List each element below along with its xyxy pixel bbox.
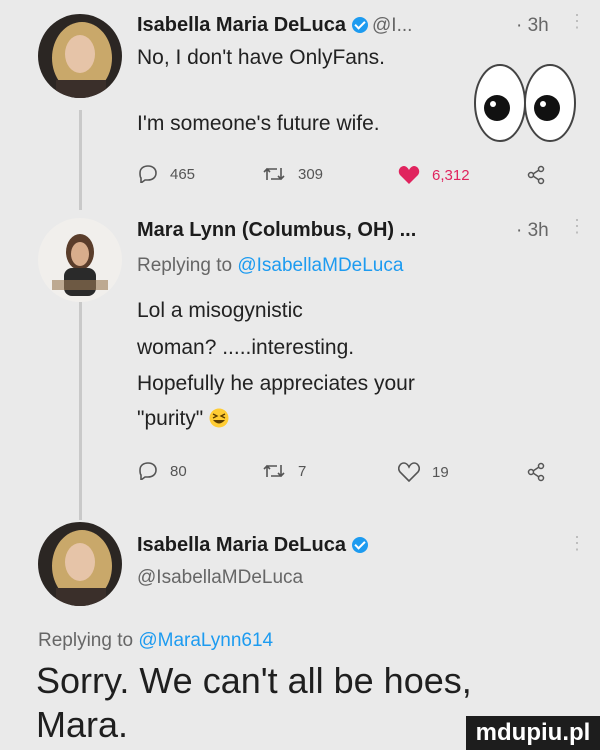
retweet-action[interactable]: 309 xyxy=(262,165,323,183)
tweet-text-line-1: Sorry. We can't all be hoes, xyxy=(36,660,472,701)
author-name[interactable]: Mara Lynn (Columbus, OH) ... xyxy=(137,219,416,242)
author-name-text[interactable]: Isabella Maria DeLuca xyxy=(137,14,346,36)
reply-action[interactable]: 465 xyxy=(138,165,195,183)
like-count: 6,312 xyxy=(432,166,470,184)
eyes-emoji xyxy=(470,58,580,149)
tweet-text-line-1: Lol a misogynistic xyxy=(137,299,303,322)
like-action[interactable]: 6,312 xyxy=(398,165,470,185)
reply-count: 465 xyxy=(170,165,196,183)
replying-to: Replying to @IsabellaMDeLuca xyxy=(137,255,403,277)
watermark-logo: mdupiu.pl xyxy=(466,716,600,750)
thread-line-1 xyxy=(79,110,82,210)
reply-count: 80 xyxy=(170,462,187,480)
retweet-icon xyxy=(263,464,285,478)
verified-badge-icon xyxy=(351,537,368,553)
avatar-mara-image xyxy=(38,218,122,302)
replying-to-handle-link[interactable]: @MaraLynn614 xyxy=(138,630,273,651)
tweet-text-line-2: I'm someone's future wife. xyxy=(137,112,380,135)
author-handle[interactable]: @I... xyxy=(372,15,412,37)
retweet-action[interactable]: 7 xyxy=(262,462,306,480)
avatar[interactable] xyxy=(38,522,122,606)
thread-line-2 xyxy=(79,302,82,520)
tweet-text-line-1: No, I don't have OnlyFans. xyxy=(137,46,385,69)
verified-badge-icon xyxy=(351,17,368,33)
replying-to-handle-link[interactable]: @IsabellaMDeLuca xyxy=(237,255,403,276)
heart-icon xyxy=(398,166,420,184)
more-icon[interactable]: ⋮ xyxy=(568,12,586,30)
replying-to-label: Replying to xyxy=(137,255,233,276)
grinning-squinting-emoji xyxy=(209,408,229,428)
reply-icon xyxy=(139,462,157,480)
tweet-text-line-2: Mara. xyxy=(36,704,129,745)
share-action[interactable] xyxy=(526,462,546,482)
retweet-icon xyxy=(263,167,285,181)
tweet-time[interactable]: · 3h xyxy=(516,15,549,37)
share-icon xyxy=(527,462,545,482)
tweet-text-line-3: Hopefully he appreciates your xyxy=(137,372,415,395)
more-icon[interactable]: ⋮ xyxy=(568,534,586,552)
share-action[interactable] xyxy=(526,165,546,185)
avatar[interactable] xyxy=(38,218,122,302)
retweet-count: 309 xyxy=(298,165,324,183)
tweet-text-line-4: "purity" xyxy=(137,407,229,431)
more-icon[interactable]: ⋮ xyxy=(568,217,586,235)
replying-to-label: Replying to xyxy=(38,630,134,651)
replying-to: Replying to @MaraLynn614 xyxy=(38,630,273,652)
heart-icon xyxy=(398,462,420,482)
like-count: 19 xyxy=(432,463,449,481)
author-name-text[interactable]: Isabella Maria DeLuca xyxy=(137,534,346,556)
avatar[interactable] xyxy=(38,14,122,98)
avatar-isabella-image xyxy=(38,14,122,98)
author-handle[interactable]: @IsabellaMDeLuca xyxy=(137,567,303,589)
reply-action[interactable]: 80 xyxy=(138,462,187,480)
share-icon xyxy=(527,165,545,185)
tweet-text-purity: "purity" xyxy=(137,407,204,430)
retweet-count: 7 xyxy=(298,462,307,480)
author-name[interactable]: Isabella Maria DeLuca xyxy=(137,534,368,557)
tweet-time[interactable]: · 3h xyxy=(516,220,549,242)
reply-icon xyxy=(139,165,157,183)
like-action[interactable]: 19 xyxy=(398,462,449,482)
avatar-isabella-image xyxy=(38,522,122,606)
author-name[interactable]: Isabella Maria DeLuca xyxy=(137,14,368,37)
tweet-text-line-2: woman? .....interesting. xyxy=(137,336,355,359)
